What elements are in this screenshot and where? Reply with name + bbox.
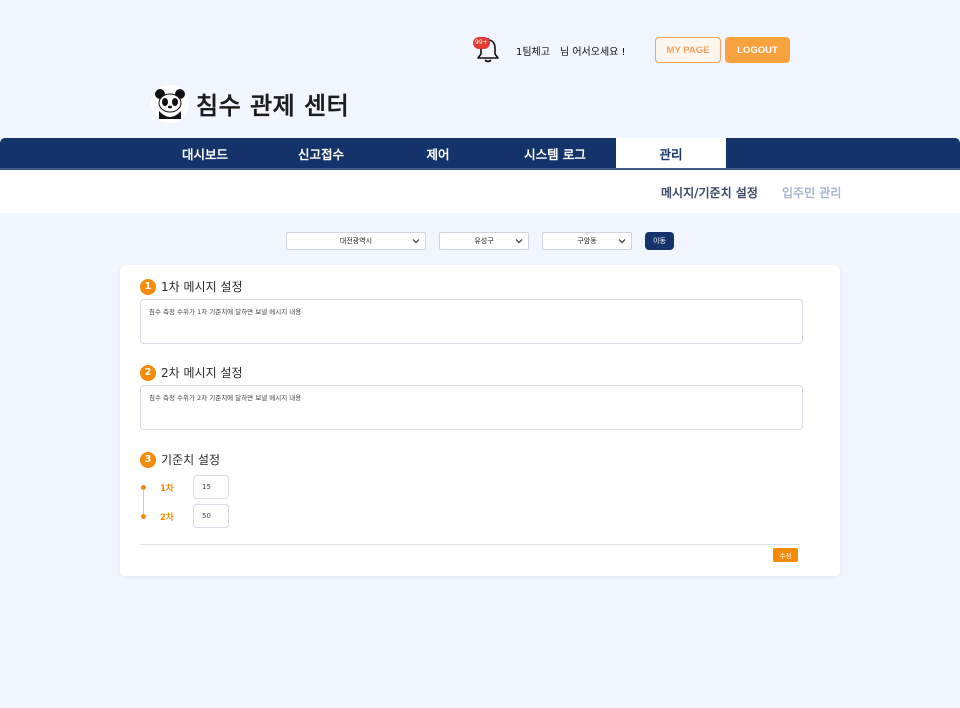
logout-button[interactable]: LOGOUT bbox=[725, 37, 790, 63]
section-title-text: 1차 메시지 설정 bbox=[161, 280, 243, 294]
divider bbox=[140, 544, 800, 545]
step-number-badge: 1 bbox=[140, 278, 156, 295]
move-button[interactable]: 이동 bbox=[645, 232, 674, 250]
greeting-text: 1팀체고 님 어서오세요 ! bbox=[516, 43, 626, 58]
settings-card: 1 1차 메시지 설정 침수 측정 수위가 1차 기준치에 달하면 보낼 메시지… bbox=[120, 265, 840, 576]
nav-item-manage[interactable]: 관리 bbox=[616, 138, 726, 168]
step-number-badge: 3 bbox=[140, 451, 156, 468]
subnav-item-message-settings[interactable]: 메시지/기준치 설정 bbox=[661, 184, 758, 201]
nav-item-control[interactable]: 제어 bbox=[383, 138, 493, 168]
dong-select-value: 구암동 bbox=[577, 237, 597, 245]
chevron-down-icon bbox=[618, 239, 626, 244]
nav-item-report[interactable]: 신고접수 bbox=[266, 138, 376, 168]
chevron-down-icon bbox=[515, 239, 523, 244]
timeline-dot bbox=[141, 485, 146, 490]
section-title-first-message: 1 1차 메시지 설정 bbox=[140, 278, 243, 295]
subnav-item-resident-manage[interactable]: 입주민 관리 bbox=[782, 184, 841, 201]
sub-nav: 메시지/기준치 설정 입주민 관리 bbox=[0, 171, 960, 213]
threshold-second-input[interactable] bbox=[193, 504, 229, 528]
district-select[interactable]: 유성구 bbox=[439, 232, 529, 250]
section-title-threshold: 3 기준치 설정 bbox=[140, 451, 220, 468]
step-number-badge: 2 bbox=[140, 364, 156, 381]
main-nav: 대시보드 신고접수 제어 시스템 로그 관리 bbox=[0, 138, 960, 170]
panda-icon[interactable] bbox=[151, 85, 189, 123]
section-title-second-message: 2 2차 메시지 설정 bbox=[140, 364, 243, 381]
app-title: 침수 관제 센터 bbox=[196, 92, 350, 120]
chevron-down-icon bbox=[412, 239, 420, 244]
city-select-value: 대전광역시 bbox=[339, 237, 373, 245]
first-message-input[interactable]: 침수 측정 수위가 1차 기준치에 달하면 보낼 메시지 내용 bbox=[140, 299, 803, 344]
district-select-value: 유성구 bbox=[474, 237, 494, 245]
timeline-line bbox=[143, 487, 144, 517]
second-message-input[interactable]: 침수 측정 수위가 2차 기준치에 달하면 보낼 메시지 내용 bbox=[140, 385, 803, 430]
dong-select[interactable]: 구암동 bbox=[542, 232, 632, 250]
greeting-message: 님 어서오세요 ! bbox=[559, 47, 626, 58]
team-name: 1팀체고 bbox=[516, 47, 550, 58]
mypage-button[interactable]: MY PAGE bbox=[655, 37, 721, 63]
section-title-text: 2차 메시지 설정 bbox=[161, 366, 243, 380]
threshold-label-first: 1차 bbox=[160, 484, 174, 494]
timeline-dot bbox=[141, 514, 146, 519]
nav-item-system-log[interactable]: 시스템 로그 bbox=[500, 138, 610, 168]
notification-badge: 99+ bbox=[473, 37, 490, 49]
nav-item-dashboard[interactable]: 대시보드 bbox=[150, 138, 260, 168]
section-title-text: 기준치 설정 bbox=[161, 453, 221, 467]
edit-button[interactable]: 수정 bbox=[773, 548, 798, 562]
city-select[interactable]: 대전광역시 bbox=[286, 232, 426, 250]
threshold-label-second: 2차 bbox=[160, 513, 174, 523]
threshold-first-input[interactable] bbox=[193, 475, 229, 499]
